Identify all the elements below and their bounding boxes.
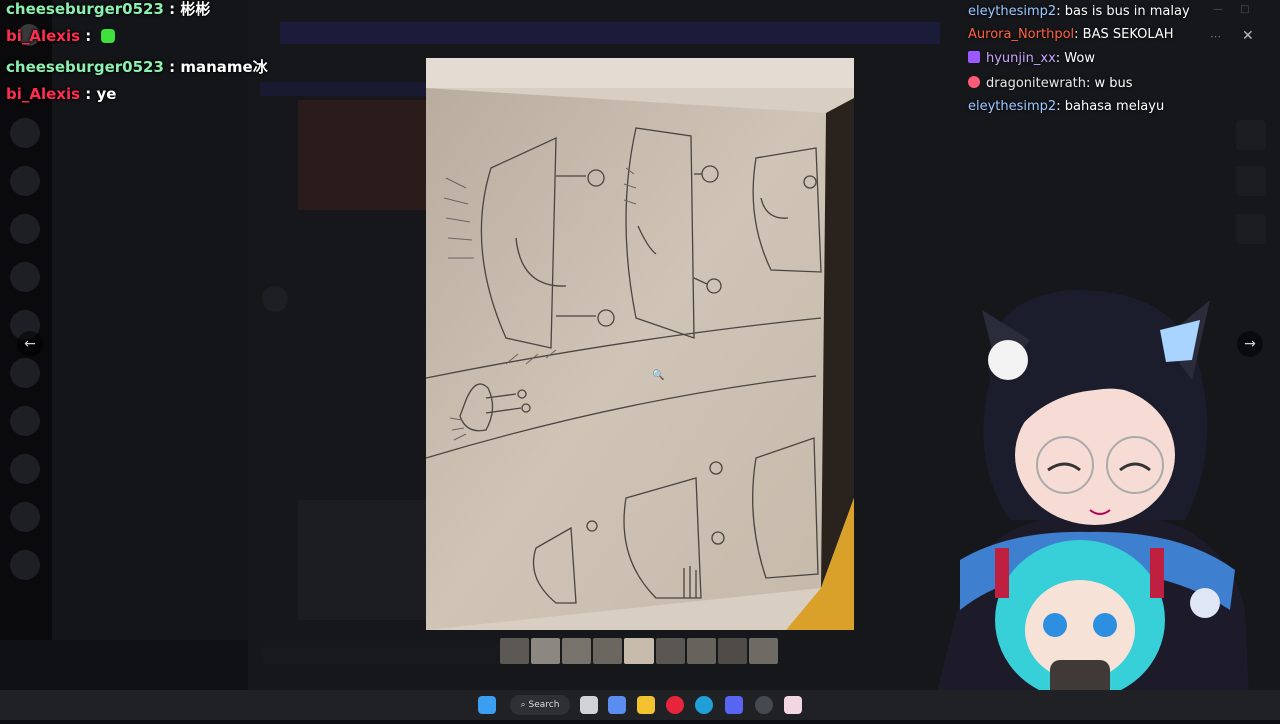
start-icon[interactable]: [478, 696, 496, 714]
chat-text: ye: [96, 85, 117, 103]
thumbnail: [1236, 120, 1266, 150]
chat-username: cheeseburger0523: [6, 58, 164, 76]
chat-username: bi_Alexis: [6, 27, 81, 45]
zoom-icon: 🔍: [652, 370, 665, 381]
chat-text: maname冰: [180, 58, 268, 76]
chat-message: eleythesimp2: bas is bus in malay: [968, 4, 1190, 19]
window-maximize-icon[interactable]: □: [1240, 4, 1249, 15]
chat-text: 彬彬: [180, 0, 211, 18]
discord-icon[interactable]: [725, 696, 743, 714]
thumbnail: [1236, 214, 1266, 244]
badge-icon: [968, 51, 980, 63]
chat-username: dragonitewrath: [986, 76, 1086, 91]
chat-text: w bus: [1094, 76, 1133, 91]
thumbnail[interactable]: [531, 638, 561, 664]
app-icon[interactable]: [784, 696, 802, 714]
heart-badge-icon: [968, 76, 980, 88]
close-icon[interactable]: ✕: [1242, 28, 1254, 44]
vtuber-avatar: [930, 270, 1250, 720]
server-icon[interactable]: [10, 550, 40, 580]
thumbnail[interactable]: [593, 638, 623, 664]
channel-list: [52, 0, 248, 690]
thumbnail: [1236, 166, 1266, 196]
chat-message: hyunjin_xx: Wow: [968, 51, 1095, 66]
server-icon[interactable]: [10, 214, 40, 244]
chat-separator: :: [1055, 51, 1065, 66]
image-viewer[interactable]: [426, 58, 854, 630]
avatar: [262, 286, 288, 312]
chat-separator: :: [80, 85, 97, 103]
chat-username: eleythesimp2: [968, 4, 1057, 19]
thumbnail[interactable]: [717, 638, 747, 664]
thumbnail[interactable]: [655, 638, 685, 664]
server-icon[interactable]: [10, 262, 40, 292]
server-icon[interactable]: [10, 358, 40, 388]
thumbnail[interactable]: [624, 638, 654, 664]
taskbar-search-button[interactable]: ⌕ Search: [510, 695, 570, 715]
edge-icon[interactable]: [695, 696, 713, 714]
chat-username: eleythesimp2: [968, 99, 1057, 114]
emote-icon: [100, 29, 115, 43]
file-explorer-icon[interactable]: [637, 696, 655, 714]
chat-separator: :: [1086, 76, 1095, 91]
server-icon[interactable]: [10, 166, 40, 196]
thumbnail[interactable]: [562, 638, 592, 664]
search-label: Search: [528, 700, 560, 710]
previous-image-button[interactable]: ←: [17, 331, 43, 357]
chat-separator: :: [163, 0, 181, 18]
chat-text: bas is bus in malay: [1064, 4, 1190, 19]
chat-message: dragonitewrath: w bus: [968, 76, 1133, 91]
chat-text: BAS SEKOLAH: [1082, 27, 1174, 42]
copilot-icon[interactable]: [608, 696, 626, 714]
notice-banner: [280, 22, 940, 44]
thumbnail[interactable]: [686, 638, 716, 664]
chat-message: eleythesimp2: bahasa melayu: [968, 99, 1164, 114]
task-view-icon[interactable]: [580, 696, 598, 714]
chat-message: bi_Alexis : ye: [6, 85, 116, 103]
window-minimize-icon[interactable]: —: [1213, 4, 1223, 15]
thumbnail[interactable]: [500, 638, 530, 664]
server-icon[interactable]: [10, 454, 40, 484]
chat-username: Aurora_Northpol: [968, 27, 1075, 42]
post-thumbnail: [298, 500, 426, 620]
chat-separator: :: [163, 58, 181, 76]
chat-username: hyunjin_xx: [986, 51, 1056, 66]
chat-separator: :: [1074, 27, 1083, 42]
drawing-photo: [426, 58, 854, 630]
opera-icon[interactable]: [666, 696, 684, 714]
chat-message: cheeseburger0523 : maname冰: [6, 56, 268, 77]
chat-username: cheeseburger0523: [6, 0, 164, 18]
right-panel: [1108, 110, 1268, 270]
chat-message: Aurora_Northpol: BAS SEKOLAH: [968, 27, 1174, 42]
post-thumbnail: [298, 100, 426, 210]
server-icon[interactable]: [10, 502, 40, 532]
chat-text: bahasa melayu: [1064, 99, 1165, 114]
more-options-icon[interactable]: ⋯: [1210, 30, 1221, 43]
chat-message: bi_Alexis :: [6, 27, 115, 45]
chat-separator: :: [1056, 99, 1065, 114]
server-icon[interactable]: [10, 118, 40, 148]
chat-text: Wow: [1064, 51, 1095, 66]
settings-icon[interactable]: [755, 696, 773, 714]
server-icon[interactable]: [10, 406, 40, 436]
chat-username: bi_Alexis: [6, 85, 81, 103]
taskbar: ⌕ Search: [0, 690, 1280, 720]
chat-separator: :: [1056, 4, 1065, 19]
thumbnail[interactable]: [748, 638, 778, 664]
chat-separator: :: [80, 27, 97, 45]
user-panel: [0, 640, 248, 690]
chat-message: cheeseburger0523 : 彬彬: [6, 0, 210, 19]
thumbnail-strip: [500, 638, 778, 664]
